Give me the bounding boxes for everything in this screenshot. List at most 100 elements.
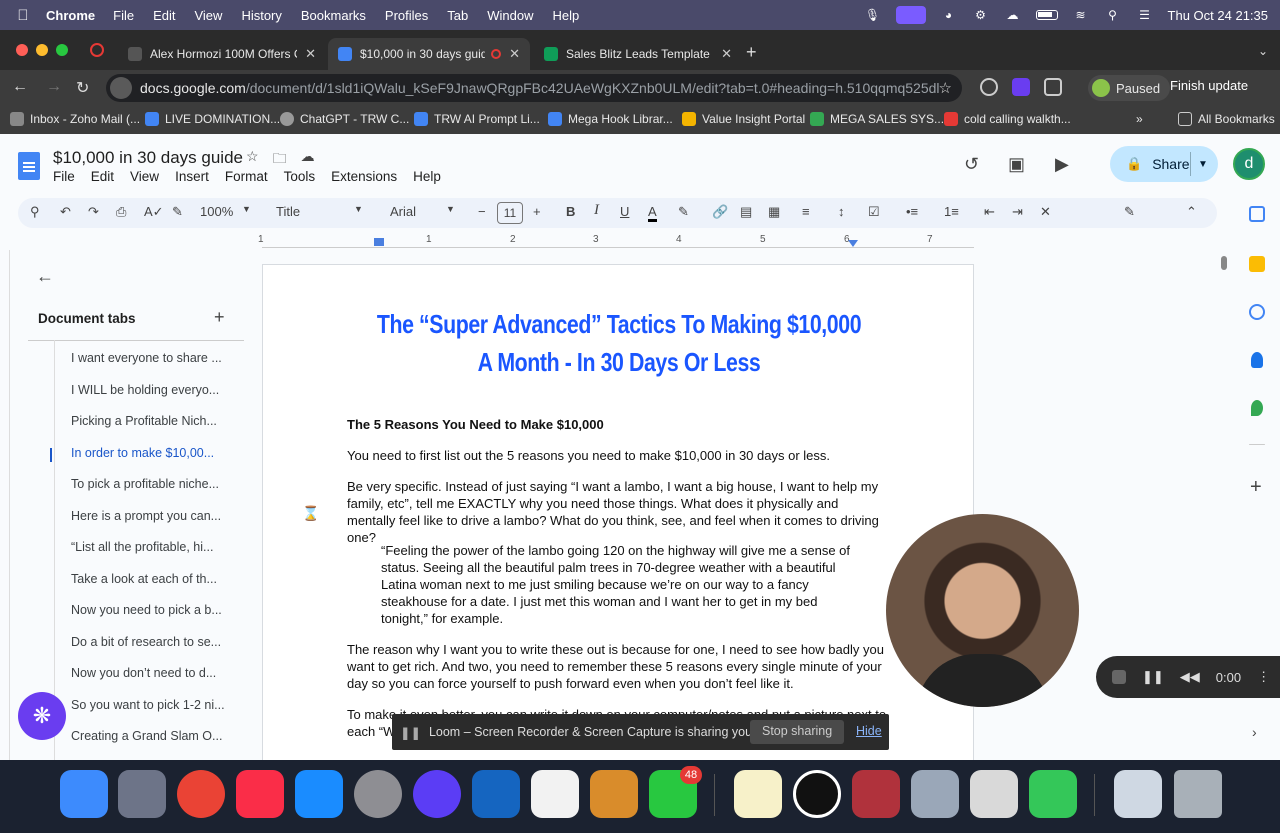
menu-app-name[interactable]: Chrome [46, 8, 95, 23]
collapse-menus-icon[interactable]: ⌃ [1186, 204, 1197, 220]
share-button[interactable]: 🔒 Share ▼ [1110, 146, 1218, 182]
bookmark-star-icon[interactable]: ☆ [939, 79, 952, 97]
more-bookmarks-icon[interactable]: » [1136, 112, 1143, 126]
outline-item-active[interactable]: In order to make $10,00... [71, 446, 231, 478]
align-icon[interactable]: ≡ [802, 204, 810, 219]
bookmark-chatgpt[interactable]: ChatGPT - TRW C... [280, 112, 409, 126]
extension-circle-icon[interactable] [980, 78, 998, 96]
numbered-list-icon[interactable]: 1≡ [944, 204, 959, 219]
checklist-icon[interactable]: ☑ [868, 204, 880, 220]
close-tab-icon[interactable]: ✕ [509, 46, 520, 62]
menu-profiles[interactable]: Profiles [385, 8, 428, 23]
docs-logo-icon[interactable] [18, 152, 40, 180]
back-icon[interactable]: ← [12, 78, 28, 96]
account-avatar[interactable]: d [1233, 148, 1265, 180]
zoom-dropdown-icon[interactable]: ▼ [242, 204, 251, 214]
tab-search-chevron-icon[interactable]: ⌄ [1258, 44, 1268, 58]
recent-window-icon[interactable] [1114, 770, 1162, 818]
left-indent-marker[interactable] [374, 238, 384, 246]
outline-item[interactable]: I WILL be holding everyo... [71, 383, 231, 415]
paint-format-icon[interactable]: ✎ [172, 204, 183, 220]
search-icon[interactable]: ⚲ [1104, 8, 1122, 22]
all-bookmarks-folder[interactable]: All Bookmarks [1178, 112, 1275, 126]
contacts-icon[interactable] [1251, 352, 1263, 368]
bookmark-value-insight[interactable]: Value Insight Portal [682, 112, 805, 126]
bookmark-trw-prompt[interactable]: TRW AI Prompt Li... [414, 112, 540, 126]
bookmark-cold-calling[interactable]: cold calling walkth... [944, 112, 1071, 126]
docs-menu-view[interactable]: View [130, 169, 159, 184]
screen-sharing-icon[interactable] [895, 6, 926, 24]
menu-file[interactable]: File [113, 8, 134, 23]
clear-formatting-icon[interactable]: ✕ [1040, 204, 1051, 220]
menubar-clock[interactable]: Thu Oct 24 21:35 [1168, 8, 1268, 23]
facetime-icon[interactable] [1029, 770, 1077, 818]
control-center-icon[interactable]: ☰ [1136, 8, 1154, 22]
print-icon[interactable]: ⎙ [116, 204, 126, 220]
highlight-icon[interactable]: ✎ [678, 204, 689, 220]
clock-icon[interactable] [793, 770, 841, 818]
site-info-icon[interactable] [110, 77, 132, 99]
line-spacing-icon[interactable]: ↕ [838, 204, 845, 219]
tab-guide[interactable]: $10,000 in 30 days guide ✕ [328, 38, 530, 70]
style-select[interactable]: Title [276, 204, 300, 219]
bookmark-live-domination[interactable]: LIVE DOMINATION... [145, 112, 280, 126]
right-indent-marker[interactable] [848, 240, 858, 247]
notes-icon[interactable] [734, 770, 782, 818]
outline-item[interactable]: So you want to pick 1-2 ni... [71, 698, 231, 730]
perplexity-icon[interactable] [413, 770, 461, 818]
more-controls-icon[interactable]: ⋮ [1257, 669, 1270, 685]
extension-badge-icon[interactable] [1012, 78, 1030, 96]
bold-icon[interactable]: B [566, 204, 575, 219]
close-tab-icon[interactable]: ✕ [721, 46, 732, 62]
cloud-icon[interactable]: ☁ [1004, 8, 1022, 22]
maps-icon[interactable] [1251, 400, 1263, 416]
add-comment-icon[interactable]: ▤ [740, 204, 752, 220]
minimize-window-button[interactable] [36, 44, 48, 56]
menu-help[interactable]: Help [553, 8, 580, 23]
settings-gear-icon[interactable]: ⚙ [972, 8, 990, 22]
docs-menu-format[interactable]: Format [225, 169, 268, 184]
app-store-icon[interactable] [295, 770, 343, 818]
outline-item[interactable]: Take a look at each of th... [71, 572, 231, 604]
bulleted-list-icon[interactable]: •≡ [906, 204, 918, 219]
system-settings-icon[interactable] [354, 770, 402, 818]
insert-link-icon[interactable]: 🔗 [712, 204, 728, 220]
underline-icon[interactable]: U [620, 204, 629, 219]
plugin-launcher-icon[interactable]: ❋ [18, 692, 66, 740]
trash-icon[interactable] [1174, 770, 1222, 818]
rewind-icon[interactable]: ◀◀ [1180, 669, 1200, 685]
menu-window[interactable]: Window [487, 8, 533, 23]
finish-update-button[interactable]: Finish update [1170, 78, 1248, 93]
back-arrow-icon[interactable]: ← [36, 266, 54, 287]
zoom-select[interactable]: 100% [200, 204, 233, 219]
docs-menu-file[interactable]: File [53, 169, 75, 184]
app-icon[interactable] [970, 770, 1018, 818]
pause-recording-icon[interactable]: ❚❚ [1142, 669, 1164, 685]
keep-icon[interactable] [1249, 256, 1265, 272]
meet-icon[interactable]: ▶ [1055, 154, 1069, 175]
docs-menu-help[interactable]: Help [413, 169, 441, 184]
microphone-icon[interactable]: 🎙 [864, 8, 882, 22]
docs-menu-extensions[interactable]: Extensions [331, 169, 397, 184]
dictionary-icon[interactable] [852, 770, 900, 818]
insert-image-icon[interactable]: ▦ [768, 204, 780, 220]
document-title[interactable]: $10,000 in 30 days guide [53, 148, 243, 168]
tab-sales-blitz[interactable]: Sales Blitz Leads Template - G ✕ [534, 38, 742, 70]
outline-item[interactable]: I want everyone to share ... [71, 351, 231, 383]
chrome-icon[interactable] [177, 770, 225, 818]
outline-item[interactable]: Here is a prompt you can... [71, 509, 231, 541]
undo-icon[interactable]: ↶ [60, 204, 71, 220]
font-select[interactable]: Arial [390, 204, 416, 219]
docs-menu-tools[interactable]: Tools [284, 169, 316, 184]
share-dropdown-icon[interactable]: ▼ [1198, 159, 1208, 170]
stop-recording-icon[interactable] [1112, 670, 1126, 684]
decrease-indent-icon[interactable]: ⇤ [984, 204, 995, 220]
webcam-bubble[interactable] [886, 514, 1079, 707]
calendar-icon[interactable] [1249, 206, 1265, 222]
close-tab-icon[interactable]: ✕ [305, 46, 316, 62]
apple-icon[interactable]:  [0, 7, 46, 24]
finder-icon[interactable] [60, 770, 108, 818]
comments-icon[interactable]: ▣ [1008, 154, 1025, 175]
search-menus-icon[interactable]: ⚲ [30, 204, 40, 220]
menu-bookmarks[interactable]: Bookmarks [301, 8, 366, 23]
